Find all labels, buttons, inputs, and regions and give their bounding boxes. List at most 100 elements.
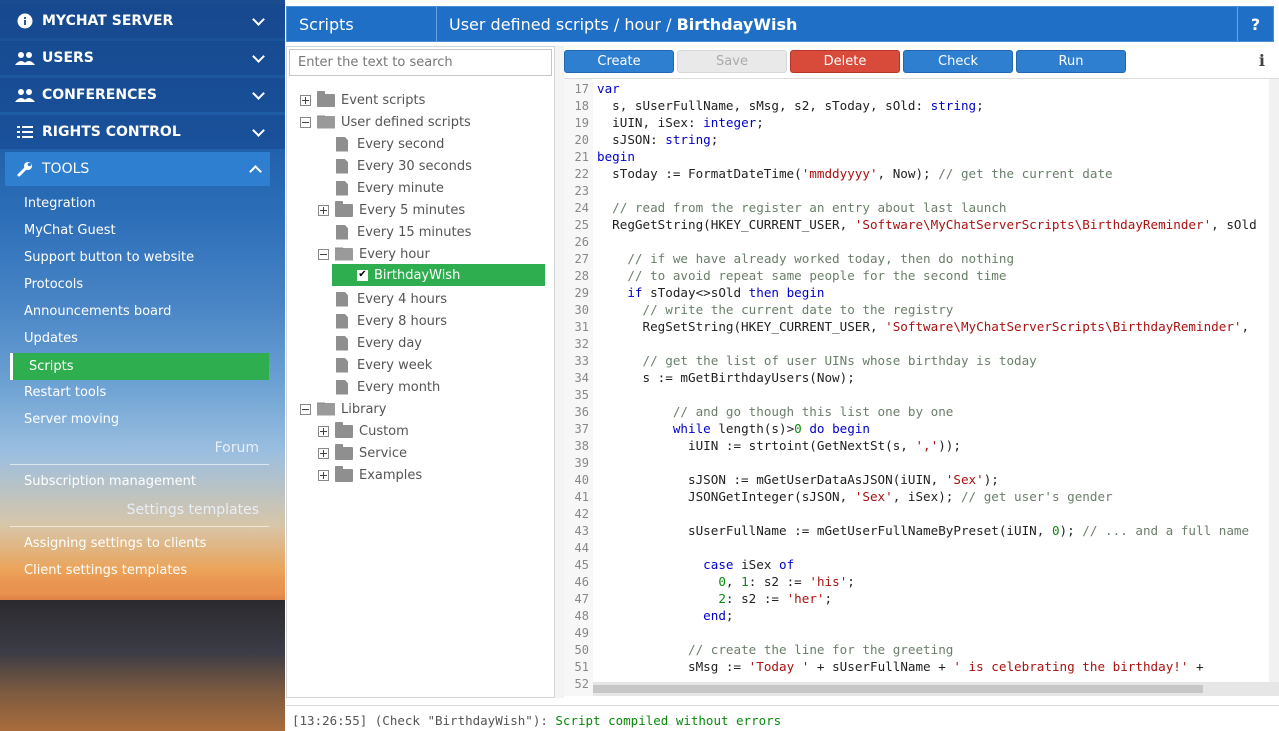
horizontal-scrollbar[interactable] bbox=[593, 682, 1279, 696]
scrollbar-thumb[interactable] bbox=[593, 685, 1203, 693]
tree-node-library[interactable]: Library bbox=[300, 399, 386, 419]
file-icon bbox=[336, 335, 348, 351]
tree-node-label: Every 30 seconds bbox=[357, 158, 472, 174]
list-icon bbox=[14, 125, 36, 139]
tools-item-scripts[interactable]: Scripts bbox=[10, 353, 269, 380]
line-number: 25 bbox=[574, 218, 589, 232]
tree-node-user-defined[interactable]: User defined scripts bbox=[300, 112, 471, 132]
expand-icon[interactable] bbox=[318, 204, 329, 216]
tools-item-server-moving[interactable]: Server moving bbox=[24, 412, 119, 427]
expand-icon[interactable] bbox=[300, 94, 311, 106]
tree-node-birthdaywish[interactable]: ✔ BirthdayWish bbox=[357, 265, 460, 285]
code-line: JSONGetInteger(sJSON, 'Sex', iSex); // g… bbox=[597, 489, 1113, 504]
create-button[interactable]: Create bbox=[564, 50, 674, 73]
file-icon bbox=[336, 379, 348, 395]
tools-item-updates[interactable]: Updates bbox=[24, 331, 78, 346]
tree-node-every-15-minutes[interactable]: Every 15 minutes bbox=[336, 222, 471, 242]
script-tree-panel: Event scripts User defined scripts Every… bbox=[286, 46, 555, 698]
section-title: Scripts bbox=[287, 7, 437, 41]
tools-item-integration[interactable]: Integration bbox=[24, 196, 96, 211]
menu-label: CONFERENCES bbox=[42, 87, 158, 103]
header-bar: Scripts User defined scripts / hour / Bi… bbox=[286, 6, 1274, 42]
wrench-icon bbox=[14, 161, 36, 177]
tree-node-examples[interactable]: Examples bbox=[318, 465, 422, 485]
tree-node-label: Every 15 minutes bbox=[357, 224, 472, 240]
check-button[interactable]: Check bbox=[903, 50, 1013, 73]
tree-node-custom[interactable]: Custom bbox=[318, 421, 409, 441]
line-number: 33 bbox=[574, 354, 589, 368]
chevron-down-icon bbox=[252, 13, 265, 26]
run-button[interactable]: Run bbox=[1016, 50, 1126, 73]
search-input[interactable] bbox=[289, 49, 552, 76]
expand-icon[interactable] bbox=[318, 447, 329, 459]
line-number: 47 bbox=[574, 592, 589, 606]
tools-item-support-button[interactable]: Support button to website bbox=[24, 250, 194, 265]
tree-node-every-second[interactable]: Every second bbox=[336, 134, 444, 154]
expand-icon[interactable] bbox=[318, 425, 329, 437]
tools-item-restart-tools[interactable]: Restart tools bbox=[24, 385, 106, 400]
code-line: iUIN, iSex: integer; bbox=[597, 115, 764, 130]
expand-icon[interactable] bbox=[318, 469, 329, 481]
tree-node-every-week[interactable]: Every week bbox=[336, 355, 432, 375]
menu-tools[interactable]: TOOLS bbox=[5, 152, 270, 186]
log-prefix: [13:26:55] (Check "BirthdayWish"): bbox=[292, 713, 556, 728]
vertical-scrollbar[interactable] bbox=[1269, 79, 1279, 682]
collapse-icon[interactable] bbox=[300, 116, 311, 128]
folder-open-icon bbox=[335, 247, 353, 261]
checkbox-checked-icon[interactable]: ✔ bbox=[357, 269, 368, 281]
menu-users[interactable]: USERS bbox=[0, 41, 285, 75]
code-line: sToday := FormatDateTime('mmddyyyy', Now… bbox=[597, 166, 1113, 181]
settings-item-assigning[interactable]: Assigning settings to clients bbox=[24, 536, 206, 551]
code-line: sJSON: string; bbox=[597, 132, 719, 147]
panel-splitter[interactable] bbox=[555, 46, 564, 698]
forum-item-subscription[interactable]: Subscription management bbox=[24, 474, 196, 489]
tools-item-announcements[interactable]: Announcements board bbox=[24, 304, 171, 319]
menu-conferences[interactable]: CONFERENCES bbox=[0, 78, 285, 112]
tree-node-every-month[interactable]: Every month bbox=[336, 377, 440, 397]
tree-node-label: Every hour bbox=[359, 246, 430, 262]
save-button[interactable]: Save bbox=[677, 50, 787, 73]
line-number: 29 bbox=[574, 286, 589, 300]
code-line: sMsg := 'Today ' + sUserFullName + ' is … bbox=[597, 659, 1204, 674]
tools-item-protocols[interactable]: Protocols bbox=[24, 277, 83, 292]
line-number: 46 bbox=[574, 575, 589, 589]
code-line: RegSetString(HKEY_CURRENT_USER, 'Softwar… bbox=[597, 319, 1250, 334]
collapse-icon[interactable] bbox=[318, 248, 329, 260]
tree-node-every-day[interactable]: Every day bbox=[336, 333, 422, 353]
delete-button[interactable]: Delete bbox=[790, 50, 900, 73]
chevron-down-icon bbox=[252, 50, 265, 63]
tree-node-label: Every 4 hours bbox=[357, 291, 448, 307]
tree-node-every-hour[interactable]: Every hour bbox=[318, 244, 430, 264]
sidebar: MYCHAT SERVER USERS CONFERENCES RIGHTS C… bbox=[0, 0, 285, 731]
tree-node-event-scripts[interactable]: Event scripts bbox=[300, 90, 425, 110]
tree-node-every-5-minutes[interactable]: Every 5 minutes bbox=[318, 200, 465, 220]
tree-node-label: Every day bbox=[357, 335, 422, 351]
line-number: 23 bbox=[574, 184, 589, 198]
tree-node-label: Every month bbox=[357, 379, 441, 395]
chevron-up-icon bbox=[249, 165, 262, 178]
help-button[interactable]: ? bbox=[1237, 7, 1273, 41]
line-number: 52 bbox=[574, 677, 589, 691]
tree-node-service[interactable]: Service bbox=[318, 443, 407, 463]
line-number: 18 bbox=[574, 99, 589, 113]
tree-node-every-8-hours[interactable]: Every 8 hours bbox=[336, 311, 447, 331]
info-icon[interactable]: i bbox=[1259, 51, 1265, 70]
menu-label: USERS bbox=[42, 50, 94, 66]
settings-item-client-templates[interactable]: Client settings templates bbox=[24, 563, 187, 578]
code-editor[interactable]: 17 18 19 20 21 22 23 24 25 26 27 28 29 3… bbox=[564, 78, 1279, 696]
line-number: 37 bbox=[574, 422, 589, 436]
folder-open-icon bbox=[317, 115, 335, 129]
menu-rights-control[interactable]: RIGHTS CONTROL bbox=[0, 115, 285, 149]
line-number: 48 bbox=[574, 609, 589, 623]
line-number: 19 bbox=[574, 116, 589, 130]
log-output: [13:26:55] (Check "BirthdayWish"): Scrip… bbox=[286, 705, 1279, 731]
tree-node-every-minute[interactable]: Every minute bbox=[336, 178, 444, 198]
tree-node-every-4-hours[interactable]: Every 4 hours bbox=[336, 289, 447, 309]
tree-node-label: Examples bbox=[359, 467, 423, 483]
tree-node-label: Every second bbox=[357, 136, 445, 152]
tools-item-mychat-guest[interactable]: MyChat Guest bbox=[24, 223, 116, 238]
tree-node-every-30-seconds[interactable]: Every 30 seconds bbox=[336, 156, 472, 176]
collapse-icon[interactable] bbox=[300, 403, 311, 415]
menu-mychat-server[interactable]: MYCHAT SERVER bbox=[0, 4, 285, 38]
folder-icon bbox=[317, 90, 335, 107]
